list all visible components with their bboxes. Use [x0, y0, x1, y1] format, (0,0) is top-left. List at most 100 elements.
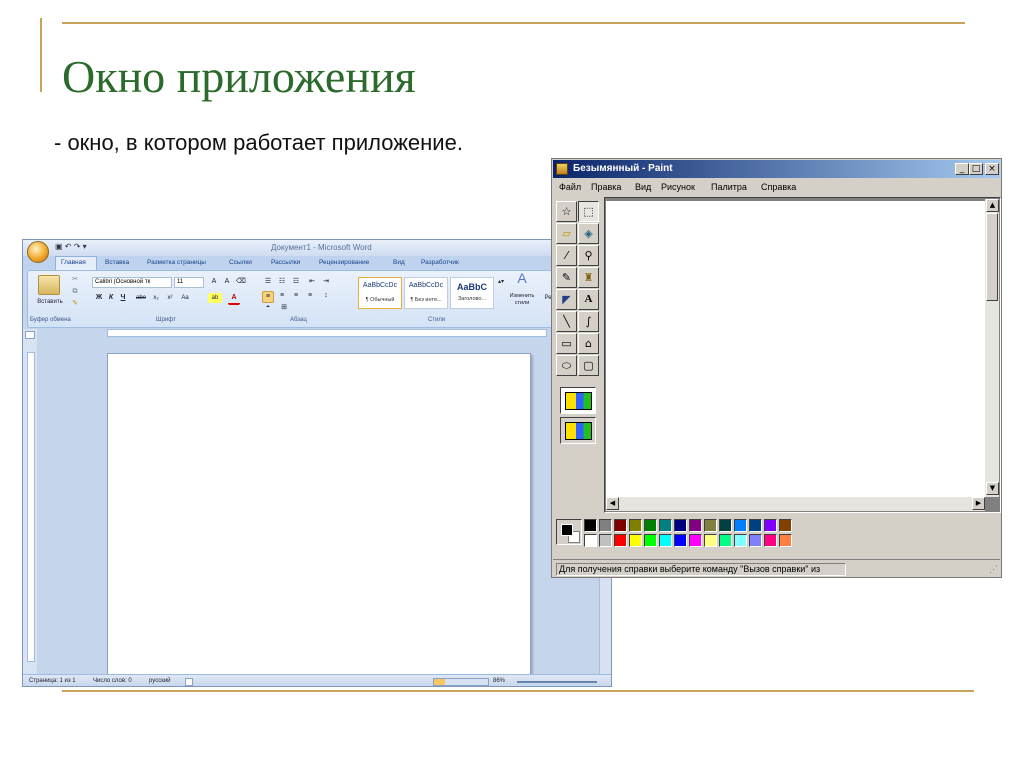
palette-swatch[interactable]	[644, 519, 657, 532]
shading-icon[interactable]: ◓	[262, 303, 274, 313]
strikethrough-button[interactable]: abe	[134, 293, 148, 303]
palette-swatch[interactable]	[719, 519, 732, 532]
palette-swatch[interactable]	[599, 519, 612, 532]
scroll-left-arrow[interactable]: ◀	[606, 497, 619, 510]
tab-mailings[interactable]: Рассылки	[271, 259, 300, 266]
proofing-icon[interactable]	[185, 678, 193, 686]
maximize-button[interactable]: □	[969, 163, 983, 175]
status-language[interactable]: русский	[149, 678, 171, 684]
palette-swatch[interactable]	[749, 519, 762, 532]
superscript-button[interactable]: x²	[164, 293, 176, 303]
font-name-field[interactable]: Calibri (Основной тк	[92, 277, 172, 288]
vertical-ruler[interactable]	[27, 352, 35, 662]
menu-colors[interactable]: Палитра	[711, 182, 747, 192]
menu-help[interactable]: Справка	[761, 182, 796, 192]
copy-icon[interactable]: ⧉	[70, 287, 80, 297]
menu-file[interactable]: Файл	[559, 182, 581, 192]
fill-tool-icon[interactable]: ◈	[578, 223, 599, 244]
tab-page-layout[interactable]: Разметка страницы	[147, 259, 206, 266]
eraser-tool-icon[interactable]: ▱	[556, 223, 577, 244]
palette-swatch[interactable]	[659, 519, 672, 532]
zoom-slider[interactable]	[517, 681, 597, 683]
increase-indent-icon[interactable]: ⇥	[320, 277, 332, 287]
paint-app-icon[interactable]	[556, 163, 568, 175]
pencil-tool-icon[interactable]: ✎	[556, 267, 577, 288]
palette-swatch[interactable]	[659, 534, 672, 547]
color-picker-tool-icon[interactable]: ⁄	[556, 245, 577, 266]
curve-tool-icon[interactable]: ∫	[578, 311, 599, 332]
scroll-up-arrow[interactable]: ▲	[986, 199, 999, 212]
palette-swatch[interactable]	[704, 519, 717, 532]
minimize-button[interactable]: _	[955, 163, 969, 175]
select-tool-icon[interactable]: ⬚	[578, 201, 599, 222]
style-no-spacing[interactable]: AaBbCcDc ¶ Без инте...	[404, 277, 448, 309]
palette-swatch[interactable]	[629, 519, 642, 532]
change-styles-button[interactable]: Изменить стили	[504, 293, 540, 307]
palette-swatch[interactable]	[779, 534, 792, 547]
font-color-button[interactable]: A	[228, 293, 240, 305]
multilevel-list-icon[interactable]: ☲	[290, 277, 302, 287]
view-buttons[interactable]	[433, 678, 489, 686]
palette-swatch[interactable]	[599, 534, 612, 547]
tab-references[interactable]: Ссылки	[229, 259, 252, 266]
palette-swatch[interactable]	[764, 534, 777, 547]
line-spacing-icon[interactable]: ↕	[320, 291, 332, 301]
subscript-button[interactable]: x₂	[150, 293, 162, 303]
justify-icon[interactable]: ≡	[304, 291, 316, 301]
italic-button[interactable]: К	[106, 293, 116, 303]
grow-font-icon[interactable]: A	[208, 277, 220, 287]
palette-swatch[interactable]	[674, 519, 687, 532]
change-styles-icon[interactable]: A	[512, 271, 532, 285]
format-painter-icon[interactable]: ✎	[70, 299, 80, 309]
magnifier-tool-icon[interactable]: ⚲	[578, 245, 599, 266]
status-page[interactable]: Страница: 1 из 1	[29, 678, 76, 684]
free-select-tool-icon[interactable]: ☆	[556, 201, 577, 222]
styles-scroll-icon[interactable]: ▴▾	[496, 277, 506, 287]
palette-swatch[interactable]	[584, 534, 597, 547]
office-button[interactable]	[27, 241, 49, 263]
palette-swatch[interactable]	[779, 519, 792, 532]
bullets-icon[interactable]: ☰	[262, 277, 274, 287]
change-case-button[interactable]: Aa	[178, 293, 192, 303]
drawing-canvas[interactable]	[606, 201, 985, 497]
style-heading[interactable]: AaBbC Заголово...	[450, 277, 494, 309]
tool-option-opaque[interactable]	[560, 387, 596, 414]
resize-grip-icon[interactable]: ⋰	[989, 564, 998, 575]
shrink-font-icon[interactable]: A	[221, 277, 233, 287]
font-size-field[interactable]: 11	[174, 277, 204, 288]
rectangle-tool-icon[interactable]: ▭	[556, 333, 577, 354]
text-tool-icon[interactable]: A	[578, 289, 599, 310]
airbrush-tool-icon[interactable]: ◤	[556, 289, 577, 310]
palette-swatch[interactable]	[704, 534, 717, 547]
tab-selector-icon[interactable]	[25, 331, 35, 339]
polygon-tool-icon[interactable]: ⌂	[578, 333, 599, 354]
current-colors[interactable]	[556, 519, 582, 545]
cut-icon[interactable]: ✂	[70, 275, 80, 285]
numbering-icon[interactable]: ☷	[276, 277, 288, 287]
status-word-count[interactable]: Число слов: 0	[93, 678, 132, 684]
document-page[interactable]	[107, 353, 531, 675]
palette-swatch[interactable]	[614, 519, 627, 532]
tab-review[interactable]: Рецензирование	[319, 259, 369, 266]
decrease-indent-icon[interactable]: ⇤	[306, 277, 318, 287]
foreground-color[interactable]	[561, 524, 573, 536]
paint-vertical-scroll-thumb[interactable]	[986, 213, 998, 301]
style-normal[interactable]: AaBbCcDc ¶ Обычный	[358, 277, 402, 309]
menu-image[interactable]: Рисунок	[661, 182, 695, 192]
menu-view[interactable]: Вид	[635, 182, 651, 192]
palette-swatch[interactable]	[734, 519, 747, 532]
zoom-level[interactable]: 86%	[493, 678, 505, 684]
highlight-button[interactable]: ab	[208, 293, 222, 303]
paste-icon[interactable]	[38, 275, 60, 295]
clear-format-icon[interactable]: ⌫	[235, 277, 247, 287]
palette-swatch[interactable]	[689, 519, 702, 532]
menu-edit[interactable]: Правка	[591, 182, 621, 192]
palette-swatch[interactable]	[584, 519, 597, 532]
scroll-down-arrow[interactable]: ▼	[986, 482, 999, 495]
align-center-icon[interactable]: ≡	[276, 291, 288, 301]
align-right-icon[interactable]: ≡	[290, 291, 302, 301]
rounded-rectangle-tool-icon[interactable]: ▢	[578, 355, 599, 376]
palette-swatch[interactable]	[734, 534, 747, 547]
align-left-icon[interactable]: ≡	[262, 291, 274, 303]
line-tool-icon[interactable]: ╲	[556, 311, 577, 332]
